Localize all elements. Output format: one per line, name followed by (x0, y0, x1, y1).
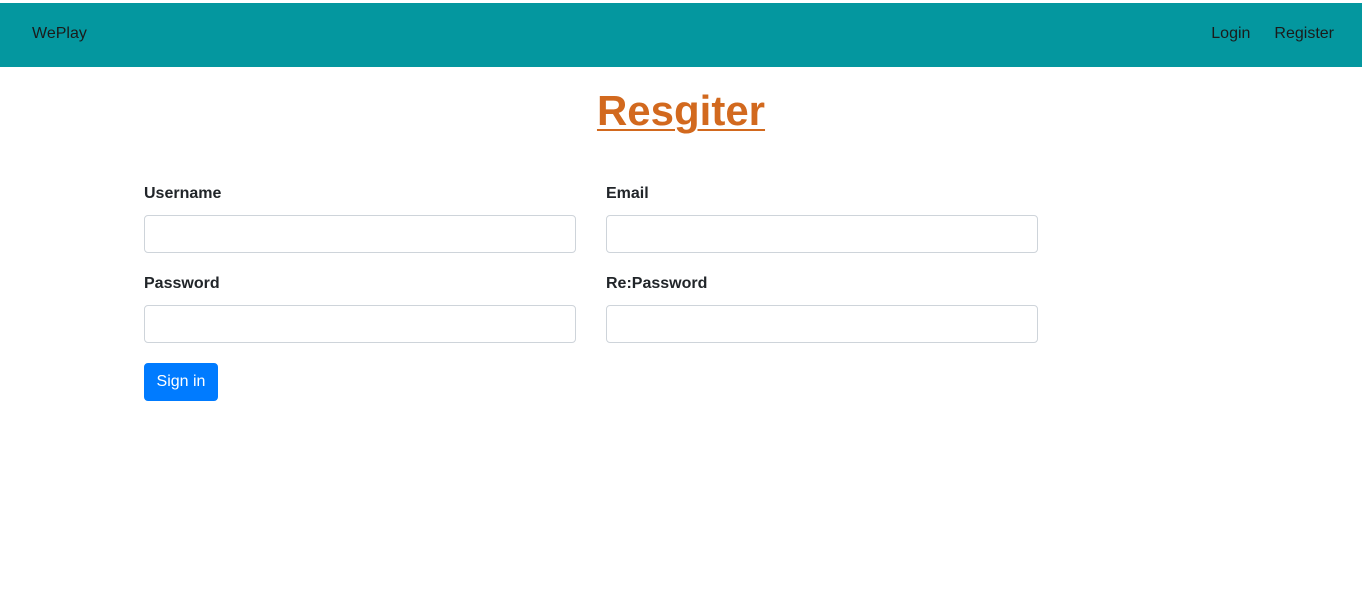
nav-register-link[interactable]: Register (1274, 25, 1334, 43)
password-label: Password (144, 275, 220, 292)
repassword-field[interactable] (606, 305, 1038, 343)
brand-link[interactable]: WePlay (32, 25, 87, 43)
nav-links: Login Register (1211, 25, 1334, 43)
page-title-link[interactable]: Resgiter (597, 87, 765, 134)
nav-login-link[interactable]: Login (1211, 25, 1250, 43)
top-navbar: WePlay Login Register (0, 3, 1362, 67)
repassword-label: Re:Password (606, 275, 708, 292)
username-field[interactable] (144, 215, 576, 253)
sign-in-button[interactable]: Sign in (144, 363, 218, 401)
password-field[interactable] (144, 305, 576, 343)
username-label: Username (144, 185, 222, 202)
email-field[interactable] (606, 215, 1038, 253)
email-label: Email (606, 185, 649, 202)
page-title: Resgiter (0, 86, 1362, 136)
